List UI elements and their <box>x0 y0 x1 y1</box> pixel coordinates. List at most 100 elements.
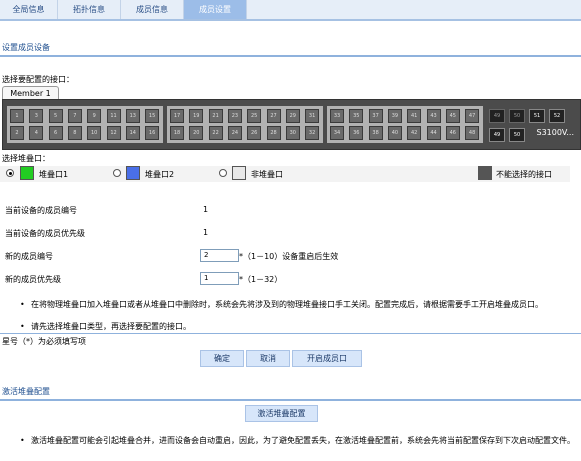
port-4[interactable]: 4 <box>29 126 44 140</box>
port-45[interactable]: 45 <box>445 109 460 123</box>
current-member-no-label: 当前设备的成员编号 <box>5 206 77 215</box>
device-port-panel: 1 3 5 7 9 11 13 15 17 19 21 23 25 27 29 31 33 35 37 39 41 43 4… <box>2 99 581 150</box>
required-field-note: 星号（*）为必须填写项 <box>2 337 86 346</box>
radio-non-stack-port[interactable] <box>219 169 227 177</box>
port-37[interactable]: 37 <box>368 109 383 123</box>
new-member-no-hint: *（1－10）设备重启后生效 <box>239 252 339 261</box>
stack-port-2-label: 堆叠口2 <box>145 170 175 179</box>
sfp-port-51-top[interactable]: 51 <box>529 109 545 123</box>
sfp-port-50-top[interactable]: 50 <box>509 109 525 123</box>
new-priority-input[interactable]: 1 <box>200 272 239 285</box>
new-member-no-input[interactable]: 2 <box>200 249 239 262</box>
tab-topology-info[interactable]: 拓扑信息 <box>58 0 121 19</box>
radio-stack-port-2[interactable] <box>113 169 121 177</box>
port-35[interactable]: 35 <box>349 109 364 123</box>
current-priority-value: 1 <box>203 228 209 237</box>
port-32[interactable]: 32 <box>305 126 320 140</box>
note-bullet: • <box>20 322 25 331</box>
port-8[interactable]: 8 <box>67 126 82 140</box>
non-stack-port-label: 非堆叠口 <box>251 170 283 179</box>
port-13[interactable]: 13 <box>125 109 140 123</box>
stack-port-1-label: 堆叠口1 <box>39 170 69 179</box>
port-43[interactable]: 43 <box>426 109 441 123</box>
device-model-label: S3100V... <box>536 128 574 137</box>
port-6[interactable]: 6 <box>48 126 63 140</box>
port-29[interactable]: 29 <box>285 109 300 123</box>
port-21[interactable]: 21 <box>208 109 223 123</box>
port-24[interactable]: 24 <box>227 126 242 140</box>
port-47[interactable]: 47 <box>465 109 480 123</box>
note-stack-port-change: 在将物理堆叠口加入堆叠口或者从堆叠口中删除时，系统会先将涉及到的物理堆叠接口手工… <box>31 300 543 309</box>
open-member-port-button[interactable]: 开启成员口 <box>292 350 362 367</box>
current-member-no-value: 1 <box>203 205 209 214</box>
note-bullet: • <box>20 300 25 309</box>
port-14[interactable]: 14 <box>125 126 140 140</box>
port-42[interactable]: 42 <box>407 126 422 140</box>
port-23[interactable]: 23 <box>227 109 242 123</box>
port-2[interactable]: 2 <box>10 126 24 140</box>
cancel-button[interactable]: 取消 <box>246 350 290 367</box>
select-port-label: 选择要配置的接口： <box>2 75 74 84</box>
port-30[interactable]: 30 <box>285 126 300 140</box>
port-36[interactable]: 36 <box>349 126 364 140</box>
port-12[interactable]: 12 <box>106 126 121 140</box>
port-17[interactable]: 17 <box>170 109 184 123</box>
tab-member-settings[interactable]: 成员设置 <box>184 0 247 19</box>
note-activate-stack: 激活堆叠配置可能会引起堆叠合并，进而设备会自动重启，因此，为了避免配置丢失，在激… <box>31 436 575 445</box>
port-3[interactable]: 3 <box>29 109 44 123</box>
new-member-no-label: 新的成员编号 <box>5 252 53 261</box>
port-39[interactable]: 39 <box>387 109 402 123</box>
port-40[interactable]: 40 <box>387 126 402 140</box>
port-34[interactable]: 34 <box>330 126 344 140</box>
port-9[interactable]: 9 <box>87 109 102 123</box>
activate-stack-config-button[interactable]: 激活堆叠配置 <box>245 405 318 422</box>
member-1-tab[interactable]: Member 1 <box>2 86 59 100</box>
port-10[interactable]: 10 <box>87 126 102 140</box>
port-19[interactable]: 19 <box>189 109 204 123</box>
port-33[interactable]: 33 <box>330 109 344 123</box>
port-28[interactable]: 28 <box>266 126 281 140</box>
port-7[interactable]: 7 <box>67 109 82 123</box>
port-16[interactable]: 16 <box>145 126 160 140</box>
new-priority-hint: *（1－32） <box>239 275 283 284</box>
port-22[interactable]: 22 <box>208 126 223 140</box>
note-bullet: • <box>20 436 25 445</box>
stack-port-1-color-icon <box>20 166 34 180</box>
unselectable-port-label: 不能选择的接口 <box>496 170 552 179</box>
select-stack-port-label: 选择堆叠口： <box>2 154 50 163</box>
sfp-port-49-top[interactable]: 49 <box>489 109 505 123</box>
port-1[interactable]: 1 <box>10 109 24 123</box>
new-priority-label: 新的成员优先级 <box>5 275 61 284</box>
port-11[interactable]: 11 <box>106 109 121 123</box>
port-27[interactable]: 27 <box>266 109 281 123</box>
unselectable-port-color-icon <box>478 166 492 180</box>
note-select-port-type: 请先选择堆叠口类型，再选择要配置的接口。 <box>31 322 191 331</box>
port-41[interactable]: 41 <box>407 109 422 123</box>
port-26[interactable]: 26 <box>247 126 262 140</box>
port-31[interactable]: 31 <box>305 109 320 123</box>
sfp-port-50-bottom[interactable]: 50 <box>509 128 525 142</box>
port-38[interactable]: 38 <box>368 126 383 140</box>
port-44[interactable]: 44 <box>426 126 441 140</box>
stack-port-2-color-icon <box>126 166 140 180</box>
port-20[interactable]: 20 <box>189 126 204 140</box>
port-48[interactable]: 48 <box>465 126 480 140</box>
current-priority-label: 当前设备的成员优先级 <box>5 229 85 238</box>
sfp-port-49-bottom[interactable]: 49 <box>489 128 505 142</box>
divider <box>0 333 581 334</box>
section-title-activate-stack: 激活堆叠配置 <box>2 387 50 396</box>
ok-button[interactable]: 确定 <box>200 350 244 367</box>
section-divider <box>0 55 581 57</box>
top-tab-bar: 全局信息 拓扑信息 成员信息 成员设置 <box>0 0 581 21</box>
sfp-port-52-top[interactable]: 52 <box>549 109 565 123</box>
port-5[interactable]: 5 <box>48 109 63 123</box>
tab-global-info[interactable]: 全局信息 <box>0 0 58 19</box>
section-divider <box>0 399 581 401</box>
port-18[interactable]: 18 <box>170 126 184 140</box>
port-15[interactable]: 15 <box>145 109 160 123</box>
section-title-member-settings: 设置成员设备 <box>2 43 50 52</box>
radio-stack-port-1[interactable] <box>6 169 14 177</box>
tab-member-info[interactable]: 成员信息 <box>121 0 184 19</box>
port-46[interactable]: 46 <box>445 126 460 140</box>
port-25[interactable]: 25 <box>247 109 262 123</box>
